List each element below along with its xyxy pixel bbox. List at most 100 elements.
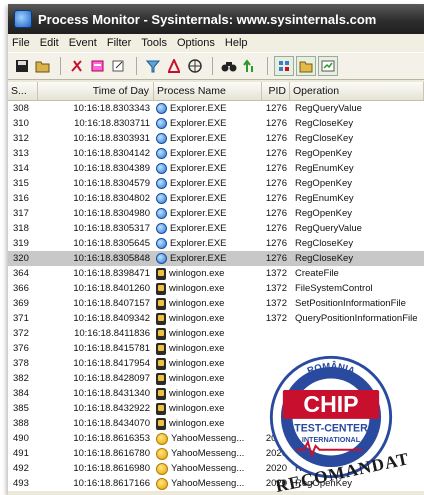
cell-sequence: 316 bbox=[13, 193, 29, 204]
cell-operation: RegQueryValue bbox=[295, 103, 362, 114]
menu-edit[interactable]: Edit bbox=[40, 37, 59, 49]
cell-sequence: 385 bbox=[13, 403, 29, 414]
cell-process: Explorer.EXE bbox=[154, 236, 262, 251]
chip-test-center-badge: ROMÂNIA CHIP TEST-CENTER INTERNATIONAL R… bbox=[269, 355, 408, 494]
table-row[interactable]: 371 10:16:18.8409342 winlogon.exe 1372 Query… bbox=[8, 311, 424, 326]
cell-sequence: 318 bbox=[13, 223, 29, 234]
cell-operation: RegOpenKey bbox=[295, 148, 353, 159]
cell-time: 10:16:18.8303931 bbox=[73, 133, 150, 144]
cell-sequence: 382 bbox=[13, 373, 29, 384]
process-name: winlogon.exe bbox=[169, 298, 225, 309]
cell-time: 10:16:18.8417954 bbox=[73, 358, 150, 369]
table-row[interactable]: 318 10:16:18.8305317 Explorer.EXE 1276 RegQu… bbox=[8, 221, 424, 236]
file-activity-icon[interactable] bbox=[296, 56, 316, 76]
column-header-sequence[interactable]: S... bbox=[8, 82, 38, 100]
table-row[interactable]: 310 10:16:18.8303711 Explorer.EXE 1276 RegCl… bbox=[8, 116, 424, 131]
cell-time: 10:16:18.8617166 bbox=[73, 478, 150, 489]
process-name: winlogon.exe bbox=[169, 358, 225, 369]
table-row[interactable]: 308 10:16:18.8303343 Explorer.EXE 1276 RegQu… bbox=[8, 101, 424, 116]
toolbar bbox=[8, 52, 424, 80]
save-icon[interactable] bbox=[12, 56, 32, 76]
table-row[interactable]: 320 10:16:18.8305848 Explorer.EXE 1276 RegCl… bbox=[8, 251, 424, 266]
winlogon-icon bbox=[156, 402, 166, 415]
cell-process: Explorer.EXE bbox=[154, 116, 262, 131]
table-row[interactable]: 314 10:16:18.8304389 Explorer.EXE 1276 RegEn… bbox=[8, 161, 424, 176]
cell-time: 10:16:18.8304980 bbox=[73, 208, 150, 219]
toolbar-separator bbox=[60, 57, 61, 75]
toolbar-separator bbox=[267, 57, 268, 75]
cell-operation: CreateFile bbox=[295, 268, 339, 279]
explorer-icon bbox=[156, 223, 167, 234]
table-row[interactable]: 366 10:16:18.8401260 winlogon.exe 1372 FileS… bbox=[8, 281, 424, 296]
yahoo-icon bbox=[156, 462, 168, 475]
table-row[interactable]: 369 10:16:18.8407157 winlogon.exe 1372 SetPo… bbox=[8, 296, 424, 311]
cell-time: 10:16:18.8616353 bbox=[73, 433, 150, 444]
yahoo-icon bbox=[156, 447, 168, 460]
table-row[interactable]: 317 10:16:18.8304980 Explorer.EXE 1276 RegOp… bbox=[8, 206, 424, 221]
cell-sequence: 313 bbox=[13, 148, 29, 159]
cell-operation: RegCloseKey bbox=[295, 253, 354, 264]
cell-time: 10:16:18.8304389 bbox=[73, 163, 150, 174]
process-name: winlogon.exe bbox=[169, 373, 225, 384]
process-activity-icon[interactable] bbox=[318, 56, 338, 76]
cell-operation: RegEnumKey bbox=[295, 193, 354, 204]
cell-time: 10:16:18.8616980 bbox=[73, 463, 150, 474]
cell-time: 10:16:18.8415781 bbox=[73, 343, 150, 354]
winlogon-icon bbox=[156, 387, 166, 400]
process-monitor-window: Process Monitor - Sysinternals: www.sysi… bbox=[8, 4, 424, 495]
filter-icon[interactable] bbox=[143, 56, 163, 76]
process-monitor-app-icon bbox=[14, 10, 32, 28]
menu-options[interactable]: Options bbox=[177, 37, 215, 49]
cell-time: 10:16:18.8304579 bbox=[73, 178, 150, 189]
cell-pid: 1372 bbox=[265, 313, 287, 324]
cell-process: winlogon.exe bbox=[154, 326, 262, 341]
cell-process: Explorer.EXE bbox=[154, 176, 262, 191]
menu-file[interactable]: File bbox=[12, 37, 30, 49]
column-header-operation[interactable]: Operation bbox=[290, 82, 424, 100]
table-row[interactable]: 312 10:16:18.8303931 Explorer.EXE 1276 RegCl… bbox=[8, 131, 424, 146]
menu-filter[interactable]: Filter bbox=[107, 37, 131, 49]
cell-pid: 1372 bbox=[265, 268, 287, 279]
cell-time: 10:16:18.8305848 bbox=[73, 253, 150, 264]
process-name: winlogon.exe bbox=[169, 313, 225, 324]
table-row[interactable]: 315 10:16:18.8304579 Explorer.EXE 1276 RegOp… bbox=[8, 176, 424, 191]
registry-activity-icon[interactable] bbox=[274, 56, 294, 76]
table-row[interactable]: 313 10:16:18.8304142 Explorer.EXE 1276 RegOp… bbox=[8, 146, 424, 161]
process-name: Explorer.EXE bbox=[170, 223, 227, 234]
menu-tools[interactable]: Tools bbox=[141, 37, 167, 49]
winlogon-icon bbox=[156, 372, 166, 385]
column-header-time[interactable]: Time of Day bbox=[38, 82, 154, 100]
table-row[interactable]: 319 10:16:18.8305645 Explorer.EXE 1276 RegCl… bbox=[8, 236, 424, 251]
cell-sequence: 490 bbox=[13, 433, 29, 444]
jump-to-icon[interactable] bbox=[240, 56, 260, 76]
column-header-pid[interactable]: PID bbox=[262, 82, 290, 100]
column-header-process[interactable]: Process Name bbox=[154, 82, 262, 100]
process-name: winlogon.exe bbox=[169, 268, 225, 279]
cell-time: 10:16:18.8616780 bbox=[73, 448, 150, 459]
process-name: Explorer.EXE bbox=[170, 208, 227, 219]
cell-process: winlogon.exe bbox=[154, 296, 262, 311]
cell-sequence: 320 bbox=[13, 253, 29, 264]
highlight-icon[interactable] bbox=[164, 56, 184, 76]
menu-help[interactable]: Help bbox=[225, 37, 248, 49]
explorer-icon bbox=[156, 253, 167, 264]
table-row[interactable]: 316 10:16:18.8304802 Explorer.EXE 1276 RegEn… bbox=[8, 191, 424, 206]
cell-pid: 1372 bbox=[265, 283, 287, 294]
capture-icon[interactable] bbox=[67, 56, 87, 76]
menu-event[interactable]: Event bbox=[69, 37, 97, 49]
open-folder-icon[interactable] bbox=[33, 56, 53, 76]
cell-operation: RegCloseKey bbox=[295, 133, 354, 144]
cell-pid: 1276 bbox=[265, 163, 287, 174]
cell-process: Explorer.EXE bbox=[154, 191, 262, 206]
process-name: Explorer.EXE bbox=[170, 238, 227, 249]
table-row[interactable]: 372 10:16:18.8411836 winlogon.exe bbox=[8, 326, 424, 341]
target-icon[interactable] bbox=[185, 56, 205, 76]
clear-icon[interactable] bbox=[109, 56, 129, 76]
autoscroll-icon[interactable] bbox=[88, 56, 108, 76]
process-name: winlogon.exe bbox=[169, 403, 225, 414]
find-icon[interactable] bbox=[219, 56, 239, 76]
cell-time: 10:16:18.8304142 bbox=[73, 148, 150, 159]
cell-sequence: 317 bbox=[13, 208, 29, 219]
cell-sequence: 312 bbox=[13, 133, 29, 144]
table-row[interactable]: 364 10:16:18.8398471 winlogon.exe 1372 Creat… bbox=[8, 266, 424, 281]
